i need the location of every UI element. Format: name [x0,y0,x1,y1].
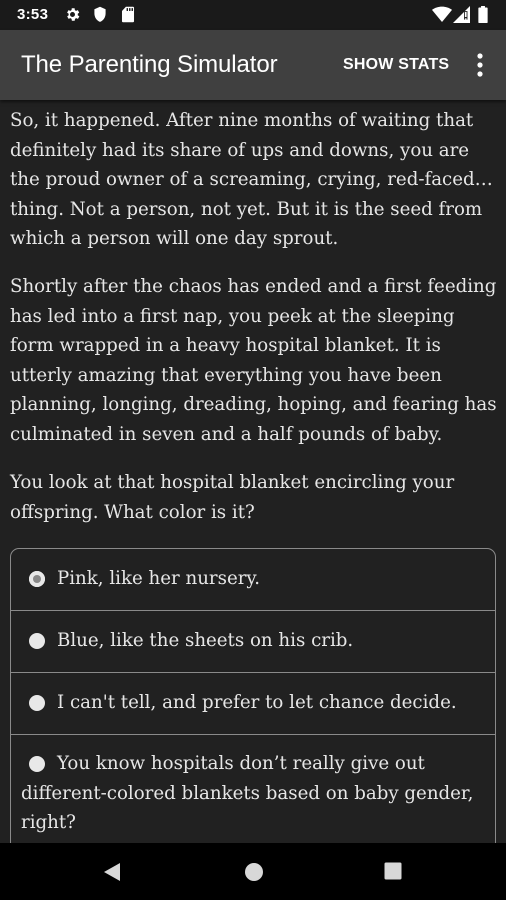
app-title: The Parenting Simulator [21,51,278,78]
story-question: You look at that hospital blanket encirc… [10,472,455,523]
more-vert-icon [477,53,483,77]
story-paragraph: So, it happened. After nine months of wa… [10,110,493,250]
shield-icon [94,6,106,22]
overflow-menu-button[interactable] [470,52,490,78]
choice-option[interactable]: I can't tell, and prefer to let chance d… [11,672,495,734]
choice-label: You know hospitals don’t really give out… [21,753,474,834]
story-content: So, it happened. After nine months of wa… [0,100,506,843]
sd-card-icon [121,6,135,23]
choice-option[interactable]: Blue, like the sheets on his crib. [11,610,495,672]
wifi-icon [432,6,452,22]
choice-option[interactable]: You know hospitals don’t really give out… [11,734,495,843]
battery-icon [478,6,488,23]
signal-icon [453,6,470,23]
status-bar: 3:53 [0,0,506,30]
choice-label: Blue, like the sheets on his crib. [57,630,354,651]
status-time: 3:53 [17,6,49,23]
story-paragraph: Shortly after the chaos has ended and a … [10,276,497,445]
choice-option[interactable]: Pink, like her nursery. [11,549,495,610]
choice-label: Pink, like her nursery. [57,568,261,589]
system-nav-bar [0,843,506,900]
choice-label: I can't tell, and prefer to let chance d… [57,692,457,713]
home-icon[interactable] [244,862,264,882]
back-icon[interactable] [102,862,122,882]
choice-list: Pink, like her nursery. Blue, like the s… [10,548,496,843]
recents-icon[interactable] [384,862,402,880]
show-stats-button[interactable]: SHOW STATS [343,56,449,74]
settings-gear-icon [67,8,80,21]
app-bar: The Parenting Simulator SHOW STATS [0,30,506,100]
